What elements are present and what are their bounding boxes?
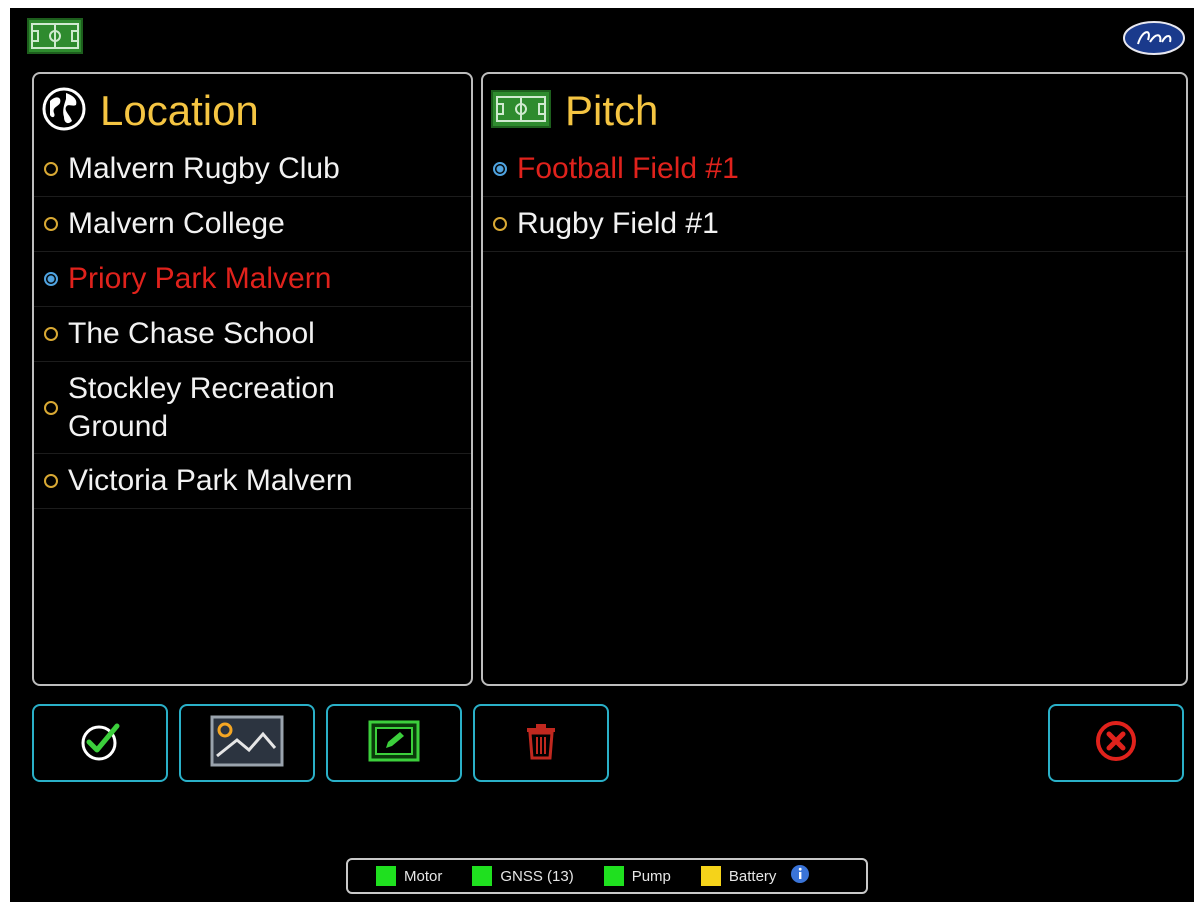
pitch-item[interactable]: Rugby Field #1 bbox=[483, 197, 1186, 252]
status-gnss: GNSS (13) bbox=[472, 866, 574, 886]
radio-icon[interactable] bbox=[44, 162, 58, 176]
location-item[interactable]: Victoria Park Malvern bbox=[34, 454, 471, 509]
location-panel: Location Malvern Rugby Club Malvern Coll… bbox=[32, 72, 473, 686]
location-list: Malvern Rugby Club Malvern College Prior… bbox=[34, 142, 471, 509]
radio-icon[interactable] bbox=[44, 217, 58, 231]
location-item-label: Malvern College bbox=[68, 207, 285, 240]
location-item-label: Malvern Rugby Club bbox=[68, 152, 340, 185]
pitch-title: Pitch bbox=[565, 87, 659, 134]
radio-icon[interactable] bbox=[44, 400, 58, 415]
map-image-button[interactable] bbox=[179, 704, 315, 782]
radio-icon[interactable] bbox=[493, 217, 507, 231]
pitch-app-icon[interactable] bbox=[27, 18, 83, 54]
edit-icon bbox=[368, 720, 420, 767]
check-icon bbox=[75, 716, 125, 771]
trash-icon bbox=[524, 722, 558, 765]
cancel-button[interactable] bbox=[1048, 704, 1184, 782]
pitch-item-label: Football Field #1 bbox=[517, 152, 739, 185]
pitch-list: Football Field #1 Rugby Field #1 bbox=[483, 142, 1186, 252]
location-item[interactable]: Malvern College bbox=[34, 197, 471, 252]
location-item-label: Stockley Recreation Ground bbox=[68, 371, 335, 443]
radio-icon[interactable] bbox=[44, 327, 58, 341]
radio-icon[interactable] bbox=[44, 474, 58, 488]
radio-selected-icon[interactable] bbox=[493, 162, 507, 176]
status-label: GNSS (13) bbox=[500, 867, 574, 885]
delete-button[interactable] bbox=[473, 704, 609, 782]
status-indicator bbox=[700, 866, 721, 886]
status-label: Motor bbox=[404, 867, 443, 885]
location-item-label: The Chase School bbox=[68, 317, 315, 350]
status-motor: Motor bbox=[376, 866, 442, 886]
location-item-label: Victoria Park Malvern bbox=[68, 464, 353, 497]
pitch-panel: Pitch Football Field #1 Rugby Field #1 bbox=[481, 72, 1188, 686]
accept-button[interactable] bbox=[32, 704, 168, 782]
location-item[interactable]: Malvern Rugby Club bbox=[34, 142, 471, 197]
location-title: Location bbox=[100, 87, 259, 134]
pitch-item-selected[interactable]: Football Field #1 bbox=[483, 142, 1186, 197]
globe-icon bbox=[42, 87, 86, 136]
info-icon[interactable] bbox=[790, 864, 810, 889]
status-indicator bbox=[376, 866, 396, 886]
status-bar: Motor GNSS (13) Pump Battery bbox=[346, 858, 868, 894]
status-battery: Battery bbox=[700, 866, 777, 886]
pitch-header: Pitch bbox=[491, 86, 658, 136]
edit-button[interactable] bbox=[326, 704, 462, 782]
status-label: Battery bbox=[728, 867, 777, 885]
status-indicator bbox=[472, 866, 493, 886]
pitch-item-label: Rugby Field #1 bbox=[517, 207, 719, 240]
brand-logo-icon bbox=[1122, 20, 1186, 56]
radio-selected-icon[interactable] bbox=[44, 272, 58, 286]
location-item-label: Priory Park Malvern bbox=[68, 262, 332, 295]
location-item-selected[interactable]: Priory Park Malvern bbox=[34, 252, 471, 307]
location-item[interactable]: Stockley Recreation Ground bbox=[34, 362, 471, 454]
status-pump: Pump bbox=[603, 866, 671, 886]
location-item[interactable]: The Chase School bbox=[34, 307, 471, 362]
app-screen: Location Malvern Rugby Club Malvern Coll… bbox=[10, 8, 1194, 902]
status-indicator bbox=[603, 866, 624, 886]
location-header: Location bbox=[42, 86, 259, 136]
close-icon bbox=[1091, 716, 1141, 771]
map-image-icon bbox=[209, 714, 285, 773]
pitch-icon bbox=[491, 89, 551, 133]
status-label: Pump bbox=[631, 867, 671, 885]
